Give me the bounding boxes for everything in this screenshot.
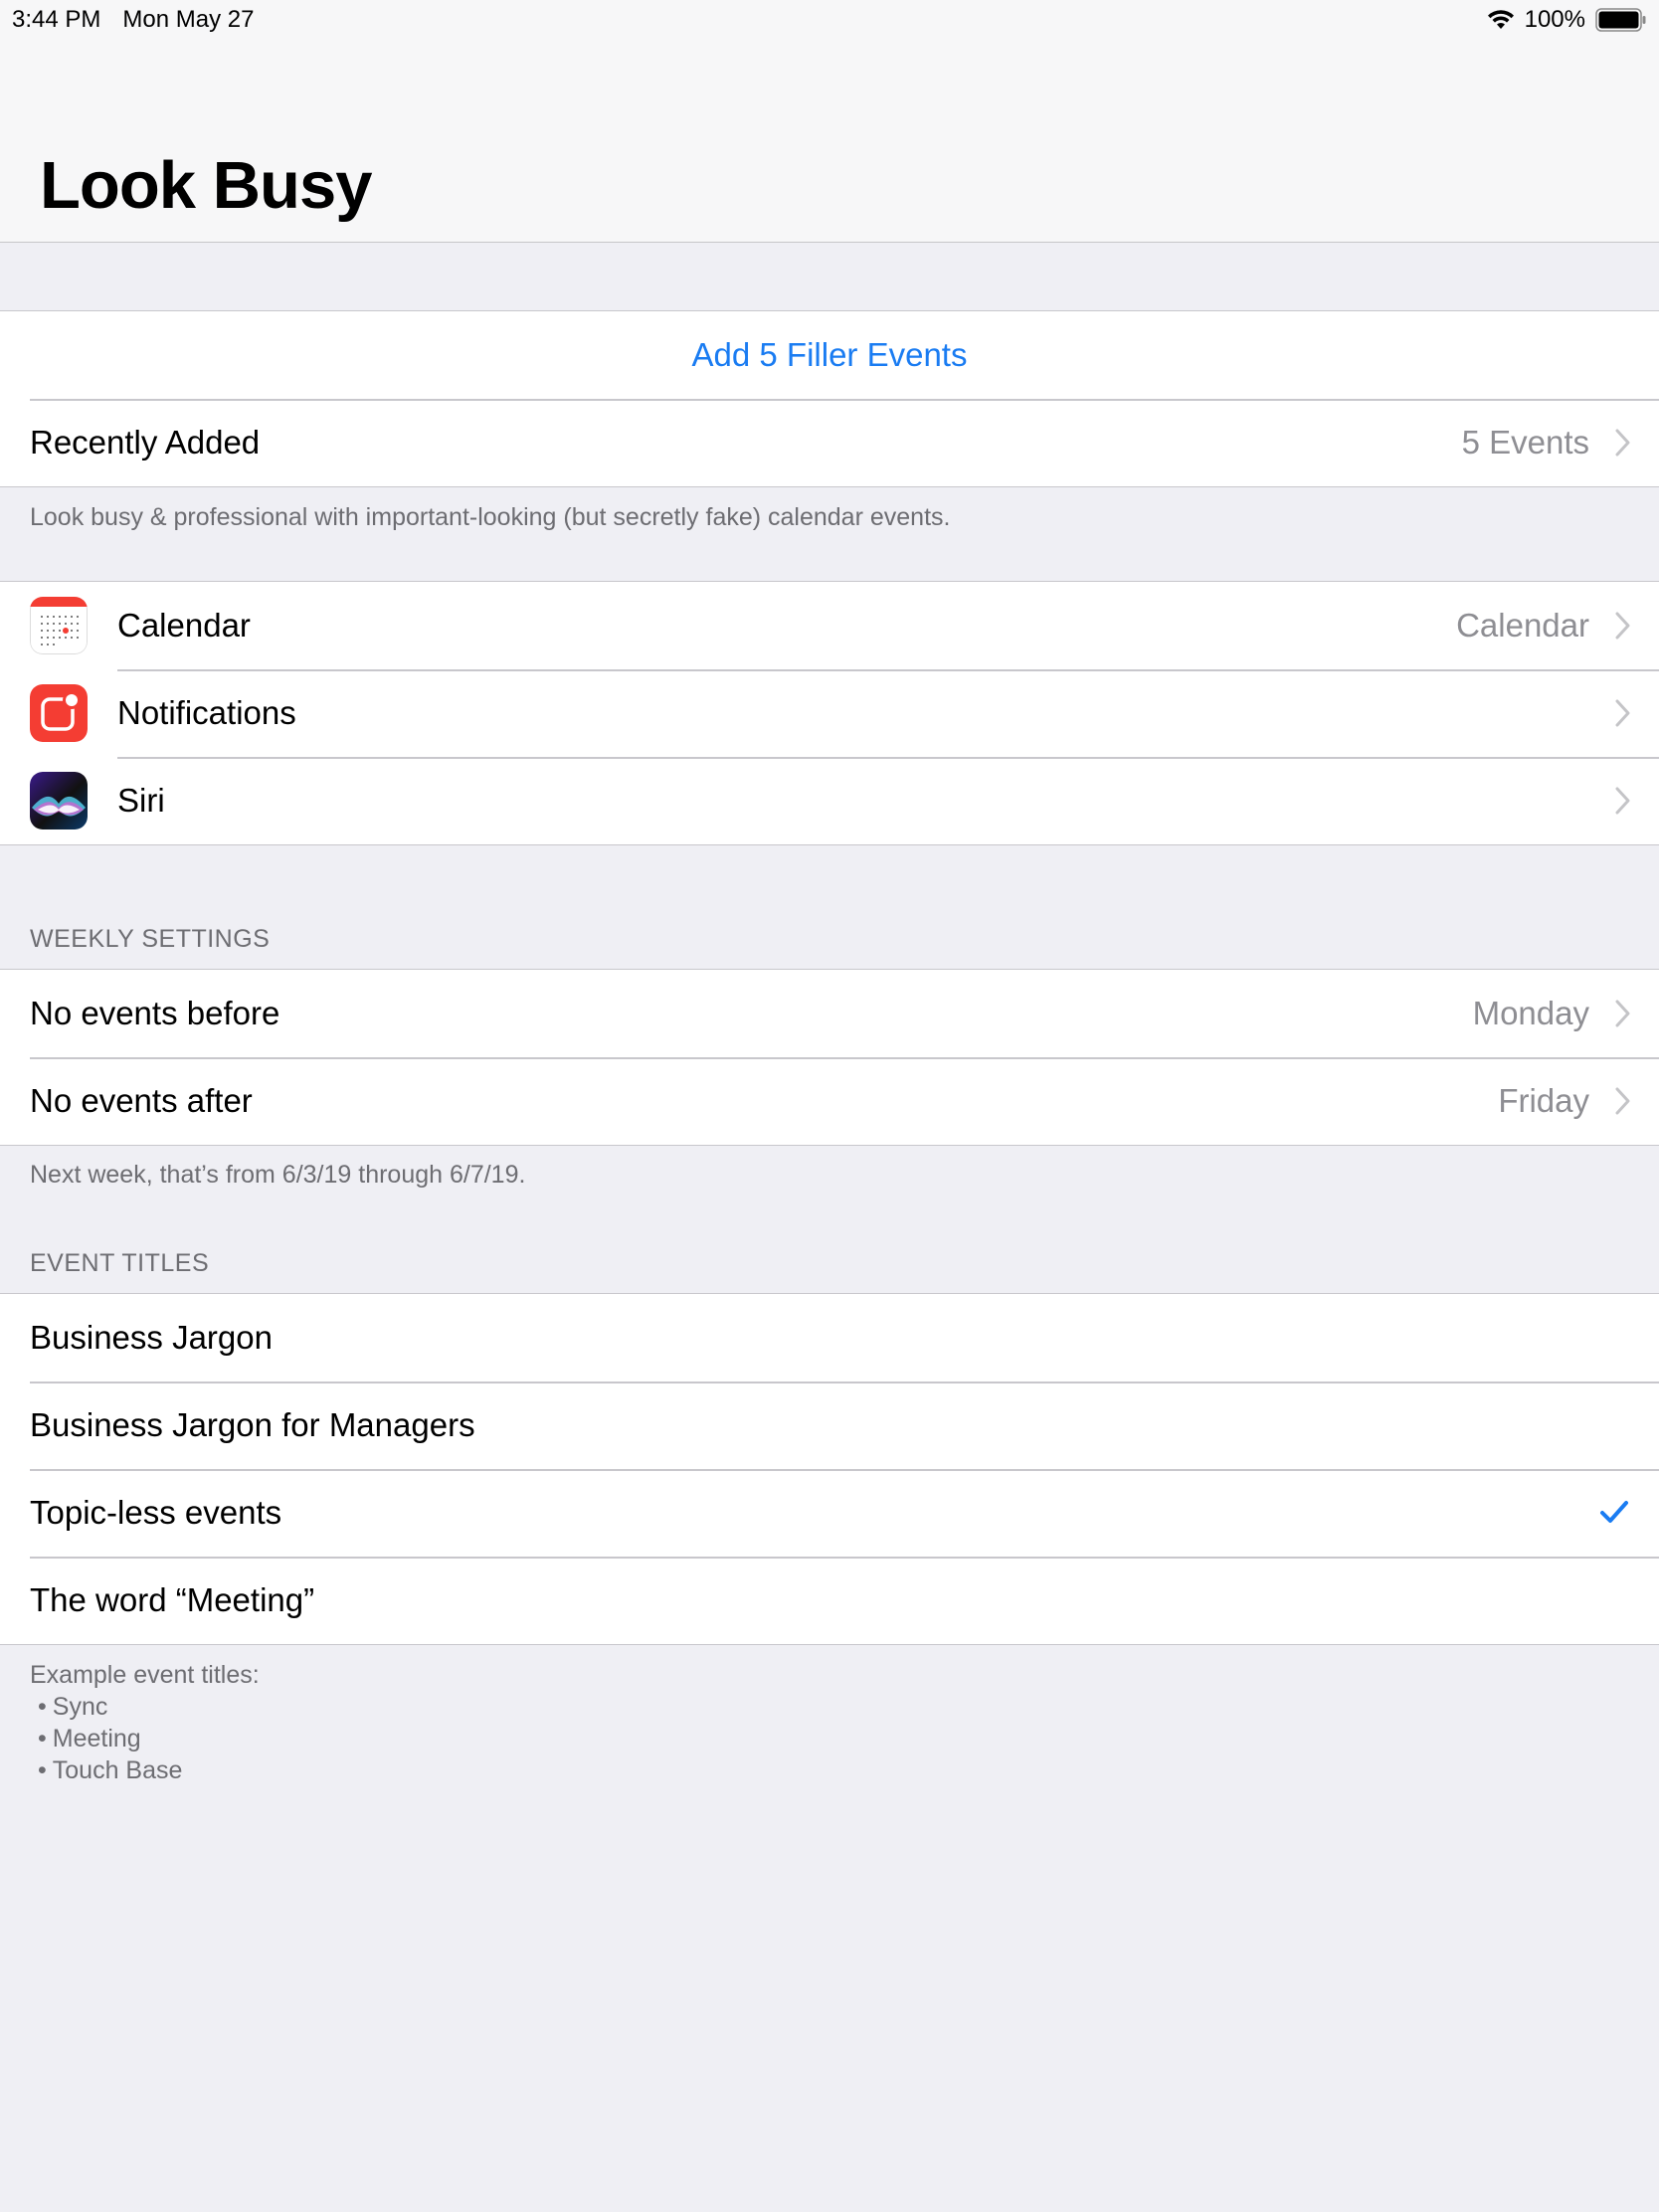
actions-footer: Look busy & professional with important-… xyxy=(30,503,951,531)
event-title-option-label: The word “Meeting” xyxy=(30,1581,315,1618)
navigation-header: 3:44 PM Mon May 27 100% Look Busy xyxy=(0,0,1659,243)
event-title-option-label: Business Jargon for Managers xyxy=(30,1406,475,1443)
weekly-settings-group: No events before Monday No events after … xyxy=(0,969,1659,1146)
chevron-right-icon xyxy=(1615,612,1630,640)
event-titles-group: Business Jargon Business Jargon for Mana… xyxy=(0,1293,1659,1645)
notifications-label: Notifications xyxy=(117,694,296,731)
recently-added-label: Recently Added xyxy=(30,424,261,461)
chevron-right-icon xyxy=(1615,699,1630,727)
calendar-row[interactable]: Calendar Calendar xyxy=(0,582,1659,669)
status-bar-right: 100% xyxy=(1487,6,1647,34)
weekly-settings-header: WEEKLY SETTINGS xyxy=(30,925,271,953)
chevron-right-icon xyxy=(1615,429,1630,457)
event-titles-header: EVENT TITLES xyxy=(30,1249,210,1277)
no-events-before-value: Monday xyxy=(1472,995,1589,1031)
list-item: Sync xyxy=(30,1691,260,1723)
integrations-group: Calendar Calendar Notifications Siri xyxy=(0,581,1659,845)
calendar-label: Calendar xyxy=(117,607,251,644)
chevron-right-icon xyxy=(1615,1087,1630,1115)
status-bar-left: 3:44 PM Mon May 27 xyxy=(12,6,254,34)
page-title: Look Busy xyxy=(40,148,372,223)
event-title-option-business-jargon[interactable]: Business Jargon xyxy=(0,1294,1659,1382)
wifi-icon xyxy=(1487,10,1514,29)
calendar-value: Calendar xyxy=(1456,607,1589,644)
list-item: Touch Base xyxy=(30,1754,260,1786)
no-events-before-label: No events before xyxy=(30,995,280,1031)
list-item: Meeting xyxy=(30,1723,260,1754)
chevron-right-icon xyxy=(1615,1000,1630,1027)
event-titles-footer: Example event titles: Sync Meeting Touch… xyxy=(30,1659,260,1786)
no-events-after-row[interactable]: No events after Friday xyxy=(0,1057,1659,1145)
event-title-option-label: Topic-less events xyxy=(30,1494,282,1531)
siri-app-icon xyxy=(30,772,88,830)
notifications-row[interactable]: Notifications xyxy=(0,669,1659,757)
siri-row[interactable]: Siri xyxy=(0,757,1659,844)
event-title-option-topic-less[interactable]: Topic-less events xyxy=(0,1469,1659,1557)
no-events-before-row[interactable]: No events before Monday xyxy=(0,970,1659,1057)
recently-added-value: 5 Events xyxy=(1461,424,1589,461)
recently-added-row[interactable]: Recently Added 5 Events xyxy=(0,399,1659,486)
no-events-after-value: Friday xyxy=(1498,1082,1589,1119)
notifications-app-icon xyxy=(30,684,88,742)
status-time: 3:44 PM xyxy=(12,6,101,33)
status-date: Mon May 27 xyxy=(122,6,255,33)
event-title-option-word-meeting[interactable]: The word “Meeting” xyxy=(0,1557,1659,1644)
checkmark-icon xyxy=(1600,1501,1628,1523)
battery-percent: 100% xyxy=(1524,6,1585,33)
battery-icon xyxy=(1595,8,1646,32)
example-titles-list: Sync Meeting Touch Base xyxy=(30,1691,260,1786)
example-titles-heading: Example event titles: xyxy=(30,1661,260,1689)
add-filler-events-label: Add 5 Filler Events xyxy=(691,336,968,373)
add-filler-events-button[interactable]: Add 5 Filler Events xyxy=(0,311,1659,399)
calendar-app-icon xyxy=(30,597,88,654)
actions-group: Add 5 Filler Events Recently Added 5 Eve… xyxy=(0,310,1659,487)
chevron-right-icon xyxy=(1615,787,1630,815)
siri-label: Siri xyxy=(117,782,165,819)
event-title-option-business-jargon-managers[interactable]: Business Jargon for Managers xyxy=(0,1382,1659,1469)
event-title-option-label: Business Jargon xyxy=(30,1319,273,1356)
weekly-settings-footer: Next week, that’s from 6/3/19 through 6/… xyxy=(30,1161,526,1189)
no-events-after-label: No events after xyxy=(30,1082,253,1119)
